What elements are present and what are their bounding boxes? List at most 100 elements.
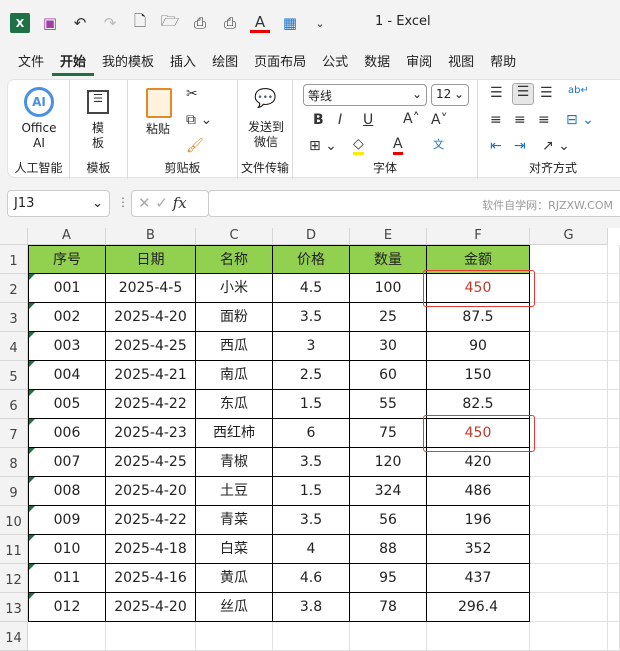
wechat-icon[interactable]: 💬 <box>254 88 276 109</box>
table-cell[interactable]: 2025-4-25 <box>106 332 196 361</box>
empty-cell[interactable] <box>106 622 196 651</box>
tab-data[interactable]: 数据 <box>356 52 398 76</box>
tab-home[interactable]: 开始 <box>52 52 95 76</box>
row-header-12[interactable]: 12 <box>0 564 28 593</box>
open-folder-icon[interactable]: 🗁 <box>160 12 180 33</box>
office-ai-button[interactable]: Office AI <box>14 121 64 151</box>
table-cell[interactable]: 55 <box>350 390 427 419</box>
table-cell[interactable]: 面粉 <box>196 303 273 332</box>
empty-cell[interactable] <box>350 622 427 651</box>
customize-toolbar-icon[interactable]: ⌄ <box>310 13 330 33</box>
empty-cell[interactable] <box>608 593 620 622</box>
table-cell[interactable]: 1.5 <box>273 477 350 506</box>
empty-cell[interactable] <box>530 535 608 564</box>
table-cell[interactable]: 南瓜 <box>196 361 273 390</box>
column-header-C[interactable]: C <box>196 228 273 245</box>
template-icon[interactable]: ☰ <box>87 90 109 114</box>
empty-cell[interactable] <box>196 622 273 651</box>
table-cell[interactable]: 352 <box>427 535 530 564</box>
align-right-icon[interactable]: ≡ <box>538 112 550 128</box>
table-cell[interactable]: 2025-4-20 <box>106 303 196 332</box>
empty-cell[interactable] <box>608 361 620 390</box>
insert-function-button[interactable]: fx <box>173 194 187 212</box>
save-icon[interactable]: ▣ <box>40 13 60 33</box>
table-cell[interactable]: 005 <box>28 390 106 419</box>
more-icon[interactable]: ⋮ <box>117 195 129 209</box>
table-cell[interactable]: 西瓜 <box>196 332 273 361</box>
name-box[interactable]: J13 ⌄ <box>7 190 110 217</box>
table-cell[interactable]: 75 <box>350 419 427 448</box>
table-cell[interactable]: 012 <box>28 593 106 622</box>
empty-cell[interactable] <box>530 390 608 419</box>
table-cell[interactable]: 95 <box>350 564 427 593</box>
table-cell[interactable]: 东瓜 <box>196 390 273 419</box>
empty-cell[interactable] <box>608 535 620 564</box>
send-wechat-button[interactable]: 发送到微信 <box>248 120 284 150</box>
empty-cell[interactable] <box>608 564 620 593</box>
undo-icon[interactable]: ↶ <box>70 13 90 33</box>
table-cell[interactable]: 白菜 <box>196 535 273 564</box>
empty-cell[interactable] <box>530 622 608 651</box>
table-cell[interactable]: 009 <box>28 506 106 535</box>
table-cell[interactable]: 100 <box>350 274 427 303</box>
tab-help[interactable]: 帮助 <box>482 52 524 76</box>
table-cell[interactable]: 2025-4-20 <box>106 593 196 622</box>
column-header-A[interactable]: A <box>28 228 106 245</box>
empty-cell[interactable] <box>427 622 530 651</box>
table-cell[interactable]: 87.5 <box>427 303 530 332</box>
empty-cell[interactable] <box>608 390 620 419</box>
empty-cell[interactable] <box>608 245 620 274</box>
font-color-icon[interactable]: A <box>393 136 403 155</box>
tab-page-layout[interactable]: 页面布局 <box>246 52 314 76</box>
row-header-14[interactable]: 14 <box>0 622 28 651</box>
decrease-indent-icon[interactable]: ⇤ <box>490 138 502 154</box>
column-header-D[interactable]: D <box>273 228 350 245</box>
table-cell[interactable]: 4.5 <box>273 274 350 303</box>
table-cell[interactable]: 2025-4-21 <box>106 361 196 390</box>
row-header-5[interactable]: 5 <box>0 361 28 390</box>
empty-cell[interactable] <box>530 274 608 303</box>
column-header-F[interactable]: F <box>427 228 530 245</box>
tab-my-templates[interactable]: 我的模板 <box>94 52 162 76</box>
row-header-8[interactable]: 8 <box>0 448 28 477</box>
font-size-select[interactable]: 12 ⌄ <box>431 84 469 106</box>
table-cell[interactable]: 90 <box>427 332 530 361</box>
table-cell[interactable]: 25 <box>350 303 427 332</box>
orientation-icon[interactable]: ↗ ⌄ <box>542 138 570 154</box>
column-header-B[interactable]: B <box>106 228 196 245</box>
table-cell[interactable]: 2025-4-16 <box>106 564 196 593</box>
table-cell[interactable]: 003 <box>28 332 106 361</box>
table-cell[interactable]: 小米 <box>196 274 273 303</box>
table-cell[interactable]: 4.6 <box>273 564 350 593</box>
tab-file[interactable]: 文件 <box>10 52 52 76</box>
table-cell[interactable]: 001 <box>28 274 106 303</box>
merge-center-icon[interactable]: ⊟ ⌄ <box>566 112 594 128</box>
italic-button[interactable]: I <box>338 112 342 128</box>
row-header-10[interactable]: 10 <box>0 506 28 535</box>
table-cell[interactable]: 青椒 <box>196 448 273 477</box>
table-cell[interactable]: 006 <box>28 419 106 448</box>
table-cell[interactable]: 437 <box>427 564 530 593</box>
increase-font-icon[interactable]: A˄ <box>403 111 420 127</box>
tab-draw[interactable]: 绘图 <box>204 52 246 76</box>
empty-cell[interactable] <box>608 332 620 361</box>
tab-view[interactable]: 视图 <box>440 52 482 76</box>
table-cell[interactable]: 青菜 <box>196 506 273 535</box>
table-cell[interactable]: 西红柿 <box>196 419 273 448</box>
table-cell[interactable]: 2025-4-18 <box>106 535 196 564</box>
align-top-icon[interactable]: ☰ <box>490 85 503 101</box>
borders-icon[interactable]: ▦ <box>280 13 300 33</box>
table-cell[interactable]: 486 <box>427 477 530 506</box>
empty-cell[interactable] <box>608 506 620 535</box>
align-middle-icon[interactable]: ☰ <box>512 83 534 105</box>
empty-cell[interactable] <box>530 477 608 506</box>
header-cell[interactable]: 价格 <box>273 245 350 274</box>
print-icon[interactable]: ⎙ <box>220 13 240 33</box>
table-cell[interactable]: 010 <box>28 535 106 564</box>
table-cell[interactable]: 6 <box>273 419 350 448</box>
table-cell[interactable]: 88 <box>350 535 427 564</box>
copy-icon[interactable]: ⧉ ⌄ <box>186 112 212 128</box>
align-left-icon[interactable]: ≡ <box>490 112 502 128</box>
increase-indent-icon[interactable]: ⇥ <box>514 138 526 154</box>
table-cell[interactable]: 296.4 <box>427 593 530 622</box>
